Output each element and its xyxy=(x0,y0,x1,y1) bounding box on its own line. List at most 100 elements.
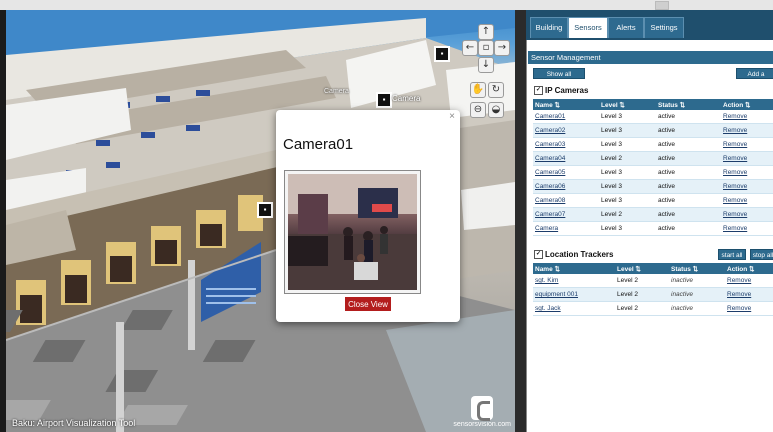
table-cell: Camera03 xyxy=(533,137,599,152)
table-row: Camera05 Level 3 active Remove xyxy=(533,165,773,180)
top-strip-button[interactable] xyxy=(655,1,669,10)
camera-feed-image xyxy=(288,174,417,290)
row-name-link[interactable]: Camera05 xyxy=(535,169,565,176)
column-header-action[interactable]: Action ⇅ xyxy=(725,263,773,274)
row-remove-link[interactable]: Remove xyxy=(727,305,751,312)
row-name-link[interactable]: Camera08 xyxy=(535,197,565,204)
tab-sensors[interactable]: Sensors xyxy=(568,17,608,38)
arrow-right-icon[interactable]: → xyxy=(494,40,510,56)
row-remove-link[interactable]: Remove xyxy=(723,225,747,232)
row-name-link[interactable]: Camera04 xyxy=(535,155,565,162)
row-remove-link[interactable]: Remove xyxy=(723,141,747,148)
table-row: Camera04 Level 2 active Remove xyxy=(533,151,773,166)
row-status: active xyxy=(658,127,675,134)
show-all-sensors-button[interactable]: Show all Sensors xyxy=(533,68,585,89)
rotate-icon[interactable]: ↻ xyxy=(488,82,504,98)
column-header-name[interactable]: Name ⇅ xyxy=(533,99,599,110)
zoom-icon[interactable]: ⊖ xyxy=(470,102,486,118)
column-header-action[interactable]: Action ⇅ xyxy=(721,99,773,110)
row-remove-link[interactable]: Remove xyxy=(723,211,747,218)
tab-alerts[interactable]: Alerts xyxy=(608,17,644,38)
column-header-status[interactable]: Status ⇅ xyxy=(656,99,721,110)
tilt-icon[interactable]: ◒ xyxy=(488,102,504,118)
table-cell: Camera01 xyxy=(533,110,599,124)
table-row: sgt. Jack Level 2 inactive Remove xyxy=(533,301,773,316)
table-cell: inactive xyxy=(669,274,725,288)
center-icon[interactable]: ▫ xyxy=(478,40,494,56)
add-sensor-button[interactable]: Add a Sensor xyxy=(736,68,773,89)
row-name-link[interactable]: Camera02 xyxy=(535,127,565,134)
sensor-management-header: Sensor Management xyxy=(528,51,773,64)
row-remove-link[interactable]: Remove xyxy=(723,127,747,134)
camera-marker-label: Camera xyxy=(392,94,421,103)
row-status: active xyxy=(658,211,675,218)
arrow-down-icon[interactable]: ↓ xyxy=(478,57,494,73)
row-level: Level 3 xyxy=(601,225,622,232)
panel-tabs: Building Sensors Alerts Settings xyxy=(526,10,773,40)
table-cell: Remove xyxy=(725,301,773,316)
ip-cameras-label: IP Cameras xyxy=(545,86,589,95)
table-cell: equipment 001 xyxy=(533,287,615,302)
row-level: Level 2 xyxy=(601,155,622,162)
row-name-link[interactable]: Camera01 xyxy=(535,113,565,120)
column-header-name[interactable]: Name ⇅ xyxy=(533,263,615,274)
table-cell: Remove xyxy=(721,193,773,208)
row-status: active xyxy=(658,225,675,232)
row-name-link[interactable]: equipment 001 xyxy=(535,291,578,298)
start-all-button[interactable]: start all xyxy=(718,249,746,260)
row-status: active xyxy=(658,141,675,148)
arrow-left-icon[interactable]: ← xyxy=(462,40,478,56)
camera-marker-icon[interactable]: ▪ xyxy=(434,46,450,62)
table-cell: Remove xyxy=(725,274,773,288)
ip-cameras-checkbox[interactable]: ✓ xyxy=(534,86,543,96)
table-cell: Level 3 xyxy=(599,137,656,152)
table-cell: active xyxy=(656,137,721,152)
row-remove-link[interactable]: Remove xyxy=(723,113,747,120)
table-row: Camera06 Level 3 active Remove xyxy=(533,179,773,194)
hand-icon[interactable]: ✋ xyxy=(470,82,486,98)
row-name-link[interactable]: sgt. Jack xyxy=(535,305,561,312)
table-cell: inactive xyxy=(669,287,725,302)
stop-all-button[interactable]: stop all xyxy=(750,249,773,260)
row-remove-link[interactable]: Remove xyxy=(727,291,751,298)
tab-settings[interactable]: Settings xyxy=(644,17,684,38)
row-level: Level 3 xyxy=(601,127,622,134)
brand-logo-icon xyxy=(471,396,494,421)
row-name-link[interactable]: Camera07 xyxy=(535,211,565,218)
row-name-link[interactable]: sgt. Kim xyxy=(535,277,558,284)
table-cell: Camera07 xyxy=(533,207,599,222)
close-view-button[interactable]: Close View xyxy=(345,297,391,311)
table-row: Camera Level 3 active Remove xyxy=(533,221,773,236)
camera-marker-icon[interactable]: ▪ xyxy=(257,202,273,218)
table-cell: Level 3 xyxy=(599,110,656,124)
row-remove-link[interactable]: Remove xyxy=(723,155,747,162)
column-header-status[interactable]: Status ⇅ xyxy=(669,263,725,274)
location-trackers-table: Name ⇅ Level ⇅ Status ⇅ Action ⇅ sgt. Ki… xyxy=(533,263,773,316)
table-cell: Camera05 xyxy=(533,165,599,180)
row-status: active xyxy=(658,113,675,120)
column-header-level[interactable]: Level ⇅ xyxy=(615,263,669,274)
row-remove-link[interactable]: Remove xyxy=(727,277,751,284)
row-remove-link[interactable]: Remove xyxy=(723,169,747,176)
row-status: active xyxy=(658,169,675,176)
ip-cameras-title: ✓ IP Cameras xyxy=(534,86,589,96)
table-cell: Remove xyxy=(721,179,773,194)
row-remove-link[interactable]: Remove xyxy=(723,183,747,190)
row-name-link[interactable]: Camera03 xyxy=(535,141,565,148)
camera-marker-icon[interactable]: ▪ xyxy=(376,92,392,108)
row-remove-link[interactable]: Remove xyxy=(723,197,747,204)
table-row: Camera08 Level 3 active Remove xyxy=(533,193,773,208)
row-name-link[interactable]: Camera xyxy=(535,225,558,232)
column-header-level[interactable]: Level ⇅ xyxy=(599,99,656,110)
panel-splitter[interactable] xyxy=(515,10,526,432)
modal-close-icon[interactable]: × xyxy=(449,111,455,122)
location-trackers-checkbox[interactable]: ✓ xyxy=(534,250,543,260)
arrow-up-icon[interactable]: ↑ xyxy=(478,24,494,40)
row-name-link[interactable]: Camera06 xyxy=(535,183,565,190)
table-cell: Level 2 xyxy=(599,151,656,166)
tab-building[interactable]: Building xyxy=(530,17,568,38)
table-cell: Remove xyxy=(721,123,773,138)
location-trackers-title: ✓ Location Trackers xyxy=(534,250,613,260)
table-cell: Remove xyxy=(721,165,773,180)
row-status: inactive xyxy=(671,277,694,284)
